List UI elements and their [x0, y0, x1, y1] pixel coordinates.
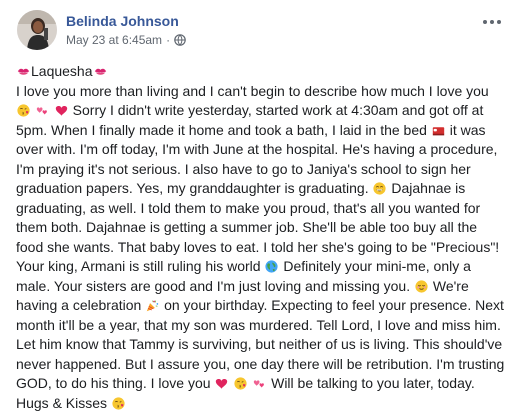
post-timestamp[interactable]: May 23 at 6:45am: [66, 33, 162, 47]
face-blowing-kiss-icon: [17, 104, 30, 117]
grinning-face-icon: [373, 182, 387, 195]
more-options-icon[interactable]: [480, 14, 504, 30]
face-blowing-kiss-icon: [112, 396, 125, 410]
party-popper-icon: [146, 299, 159, 312]
two-hearts-icon: [253, 377, 266, 390]
greeting-name: Laquesha: [31, 63, 93, 79]
two-hearts-icon: [36, 104, 49, 117]
meta-separator: ·: [166, 33, 171, 47]
post-message: I love you more than living and I can't …: [16, 82, 507, 414]
facebook-post: Belinda Johnson May 23 at 6:45am · Laque…: [0, 0, 521, 419]
relieved-face-icon: [415, 279, 428, 293]
author-name[interactable]: Belinda Johnson: [66, 13, 179, 29]
message-part: I love you more than living and I can't …: [16, 82, 489, 99]
kiss-mark-icon: [17, 65, 30, 78]
globe-icon[interactable]: [174, 34, 186, 46]
kiss-mark-icon: [94, 65, 107, 78]
red-heart-icon: [215, 377, 228, 390]
face-blowing-kiss-icon: [234, 377, 247, 390]
red-heart-icon: [55, 104, 68, 117]
message-part: Sorry I didn't write yesterday, started …: [16, 102, 484, 138]
globe-earth-icon: [265, 260, 279, 273]
post-meta: May 23 at 6:45am ·: [66, 33, 186, 47]
post-greeting: Laquesha: [16, 62, 507, 82]
avatar[interactable]: [17, 10, 57, 50]
post-header: Belinda Johnson May 23 at 6:45am ·: [17, 10, 505, 52]
bed-icon: [432, 124, 445, 137]
post-body: Laquesha I love you more than living and…: [16, 62, 507, 413]
